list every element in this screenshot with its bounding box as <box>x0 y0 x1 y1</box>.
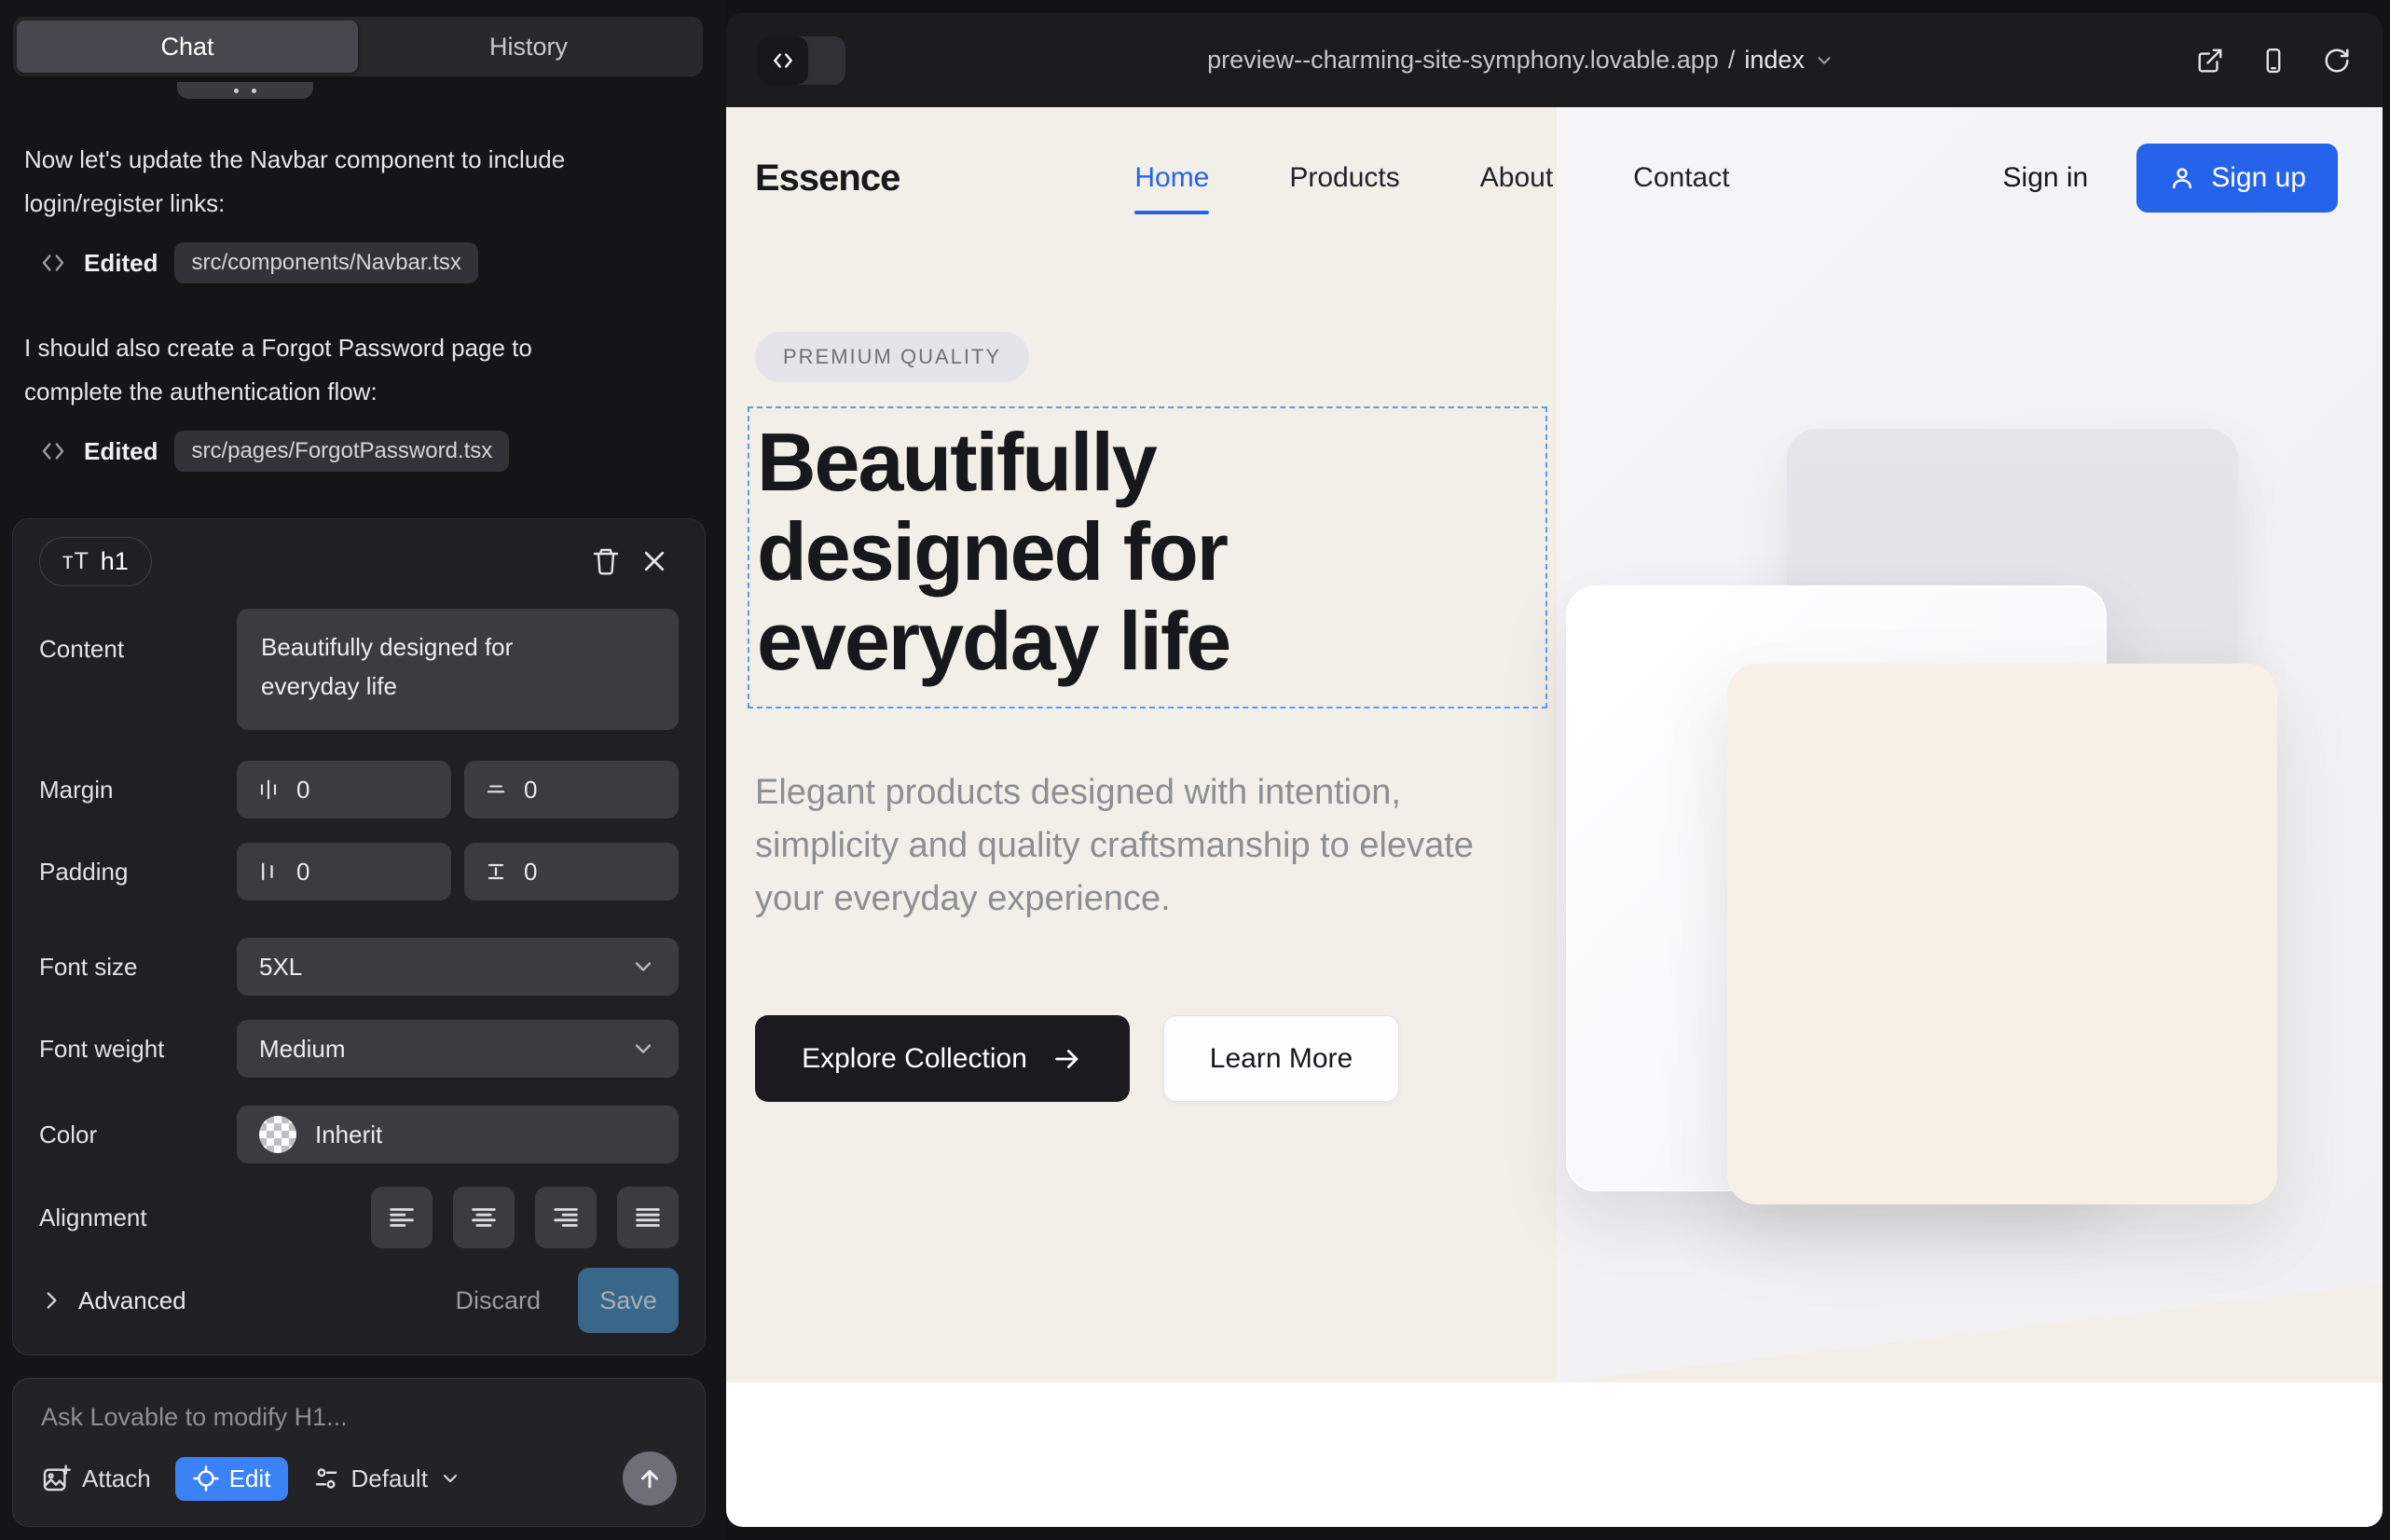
delete-element-button[interactable] <box>582 537 630 585</box>
sliders-icon <box>312 1464 340 1492</box>
chevron-down-icon <box>630 1036 656 1062</box>
product-card-cream <box>1727 664 2277 1204</box>
arrow-right-icon <box>1051 1043 1083 1075</box>
align-center-icon <box>468 1202 500 1233</box>
close-editor-button[interactable] <box>630 537 679 585</box>
code-icon <box>39 437 67 465</box>
assistant-message: I should also create a Forgot Password p… <box>24 326 625 414</box>
mobile-view-icon[interactable] <box>2260 47 2287 75</box>
attach-button[interactable]: Attach <box>41 1464 151 1493</box>
file-badge[interactable]: src/pages/ForgotPassword.tsx <box>174 431 509 472</box>
app-root: Chat History Now let's update the Navbar… <box>0 0 2390 1540</box>
nav-link-contact[interactable]: Contact <box>1633 162 1729 194</box>
user-icon <box>2168 164 2196 192</box>
assistant-message: Now let's update the Navbar component to… <box>24 138 625 226</box>
premium-quality-badge: PREMIUM QUALITY <box>755 332 1029 382</box>
hero-heading[interactable]: Beautifully designed for everyday life <box>757 418 1465 686</box>
padding-vertical-icon <box>483 859 509 885</box>
discard-button[interactable]: Discard <box>455 1286 541 1315</box>
content-input[interactable]: Beautifully designed for everyday life <box>237 609 679 730</box>
font-weight-select[interactable]: Medium <box>237 1020 679 1078</box>
code-view-toggle[interactable] <box>758 36 845 85</box>
content-label: Content <box>39 635 237 664</box>
site-canvas: Essence Home Products About Contact Sign… <box>726 107 2383 1527</box>
padding-vertical-input[interactable]: 0 <box>464 843 679 901</box>
refresh-icon[interactable] <box>2323 47 2351 75</box>
tab-history[interactable]: History <box>358 21 699 73</box>
padding-horizontal-input[interactable]: 0 <box>237 843 451 901</box>
target-icon <box>192 1464 220 1492</box>
preview-page: index <box>1744 46 1805 75</box>
margin-label: Margin <box>39 776 237 804</box>
learn-more-button[interactable]: Learn More <box>1163 1015 1399 1102</box>
typography-icon: тT <box>62 548 89 575</box>
element-editor-panel: тT h1 Content Beautifully designed <box>12 518 706 1355</box>
alignment-label: Alignment <box>39 1203 237 1232</box>
color-select[interactable]: Inherit <box>237 1106 679 1163</box>
preview-url-bar[interactable]: preview--charming-site-symphony.lovable.… <box>845 46 2196 75</box>
sidebar: Chat History Now let's update the Navbar… <box>0 0 726 1540</box>
nav-link-home[interactable]: Home <box>1134 162 1209 194</box>
preview-topbar: preview--charming-site-symphony.lovable.… <box>726 13 2383 107</box>
color-label: Color <box>39 1121 237 1149</box>
font-size-select[interactable]: 5XL <box>237 938 679 996</box>
tab-chat[interactable]: Chat <box>17 21 358 73</box>
margin-vertical-icon <box>483 777 509 803</box>
edited-label: Edited <box>84 249 158 278</box>
nav-link-products[interactable]: Products <box>1289 162 1399 194</box>
site-navbar: Essence Home Products About Contact Sign… <box>726 107 2383 249</box>
hero-section: PREMIUM QUALITY Beautifully designed for… <box>755 249 1557 1102</box>
edit-mode-button[interactable]: Edit <box>175 1457 288 1501</box>
margin-vertical-input[interactable]: 0 <box>464 761 679 818</box>
align-justify-icon <box>632 1202 664 1233</box>
preview-url: preview--charming-site-symphony.lovable.… <box>1207 46 1719 75</box>
selected-element-pill[interactable]: тT h1 <box>39 537 152 586</box>
chat-composer: Attach Edit Default <box>12 1378 706 1527</box>
align-justify-button[interactable] <box>617 1187 679 1248</box>
open-in-new-tab-icon[interactable] <box>2196 47 2224 75</box>
sign-in-link[interactable]: Sign in <box>2003 162 2089 194</box>
chevron-right-icon <box>39 1288 63 1313</box>
chat-input[interactable] <box>41 1403 677 1444</box>
model-default-select[interactable]: Default <box>312 1464 461 1493</box>
margin-horizontal-input[interactable]: 0 <box>237 761 451 818</box>
chat-history-tabs: Chat History <box>13 17 703 76</box>
chevron-down-icon <box>1814 50 1834 71</box>
edited-label: Edited <box>84 437 158 466</box>
chevron-down-icon <box>630 954 656 980</box>
preview-panel: preview--charming-site-symphony.lovable.… <box>726 13 2383 1527</box>
scrolled-pill[interactable] <box>177 82 313 99</box>
font-size-label: Font size <box>39 953 237 982</box>
padding-horizontal-icon <box>255 859 282 885</box>
close-icon <box>640 547 668 575</box>
code-icon <box>771 48 795 73</box>
send-button[interactable] <box>623 1451 677 1506</box>
margin-horizontal-icon <box>255 777 282 803</box>
edited-file-row[interactable]: Edited src/components/Navbar.tsx <box>39 239 478 287</box>
hero-paragraph: Elegant products designed with intention… <box>755 766 1510 926</box>
element-tag-label: h1 <box>101 547 129 576</box>
advanced-toggle[interactable]: Advanced <box>39 1286 186 1315</box>
trash-icon <box>591 546 621 576</box>
arrow-up-icon <box>636 1464 664 1492</box>
selected-h1-outline[interactable]: Beautifully designed for everyday life <box>748 406 1547 708</box>
save-button[interactable]: Save <box>578 1268 679 1333</box>
file-badge[interactable]: src/components/Navbar.tsx <box>174 242 477 283</box>
align-left-icon <box>386 1202 418 1233</box>
code-icon <box>39 249 67 277</box>
explore-collection-button[interactable]: Explore Collection <box>755 1015 1130 1102</box>
chevron-down-icon <box>439 1467 461 1490</box>
edited-file-row[interactable]: Edited src/pages/ForgotPassword.tsx <box>39 427 509 475</box>
transparent-swatch-icon <box>259 1116 296 1153</box>
font-weight-label: Font weight <box>39 1035 237 1064</box>
align-right-button[interactable] <box>535 1187 597 1248</box>
sign-up-button[interactable]: Sign up <box>2136 144 2338 213</box>
align-left-button[interactable] <box>371 1187 433 1248</box>
padding-label: Padding <box>39 858 237 887</box>
align-right-icon <box>550 1202 582 1233</box>
attach-image-icon <box>41 1464 71 1493</box>
site-logo[interactable]: Essence <box>755 158 900 199</box>
align-center-button[interactable] <box>453 1187 515 1248</box>
nav-link-about[interactable]: About <box>1480 162 1553 194</box>
